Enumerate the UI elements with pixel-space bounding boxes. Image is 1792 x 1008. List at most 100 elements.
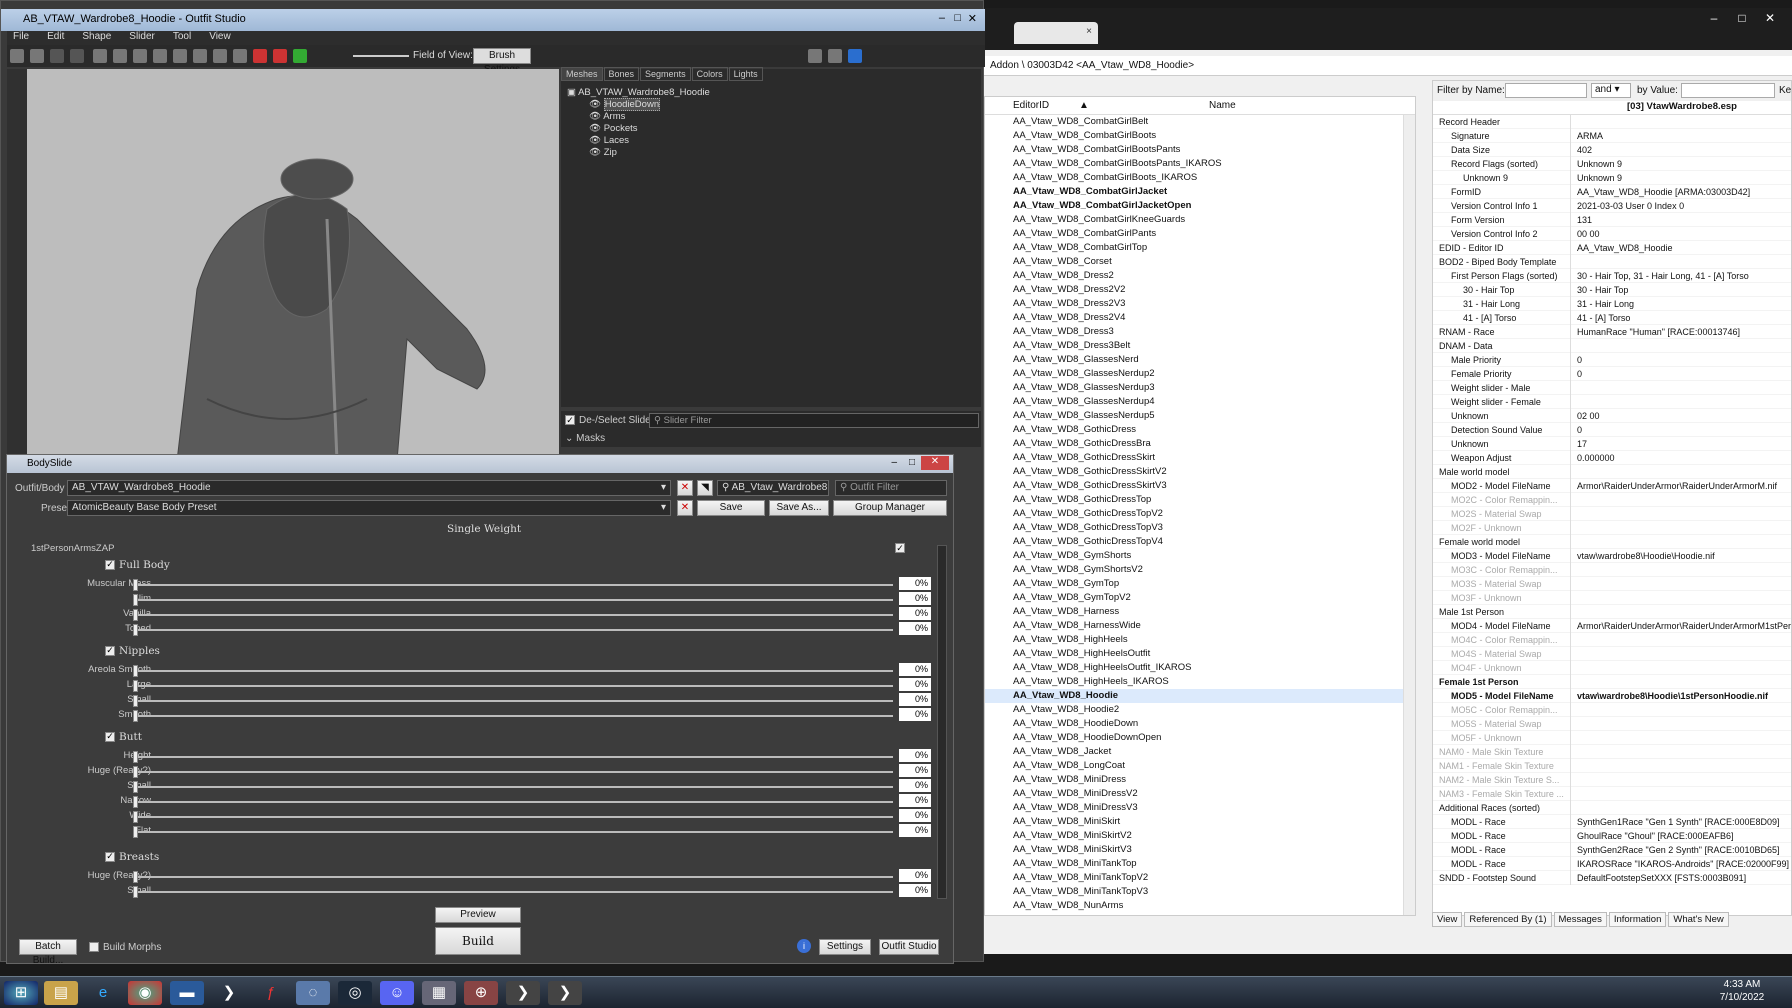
steam-icon[interactable]: ◎ [338,981,372,1005]
tab-information[interactable]: Information [1608,912,1667,927]
detail-row[interactable]: MODL - Race SynthGen2Race "Gen 2 Synth" [… [1433,843,1791,857]
slider-thumb[interactable] [133,826,138,838]
record-row[interactable]: AA_Vtaw_WD8_Hoodie [985,689,1415,703]
mesh-item-pockets[interactable]: 👁 Pockets [567,123,975,135]
detail-row[interactable]: RNAM - Race HumanRace "Human" [RACE:00013… [1433,325,1791,339]
record-row[interactable]: AA_Vtaw_WD8_GlassesNerdup5 [985,409,1415,423]
detail-row[interactable]: MOD3 - Model FileName vtaw\wardrobe8\Hood… [1433,549,1791,563]
eye-icon[interactable]: 👁 [589,147,601,158]
record-row[interactable]: AA_Vtaw_WD8_MiniTankTop [985,857,1415,871]
slider-track[interactable] [135,801,893,803]
github-icon[interactable] [828,49,842,63]
detail-row[interactable]: 30 - Hair Top 30 - Hair Top [1433,283,1791,297]
detail-row[interactable]: Version Control Info 2 00 00 [1433,227,1791,241]
detail-row[interactable]: BOD2 - Biped Body Template [1433,255,1791,269]
slider-track[interactable] [135,670,893,672]
info-icon[interactable]: i [797,939,811,953]
record-row[interactable]: AA_Vtaw_WD8_GothicDressTopV2 [985,507,1415,521]
edge-icon[interactable] [293,49,308,63]
app-icon-4[interactable]: ▦ [422,981,456,1005]
detail-row[interactable]: MO2C - Color Remappin... [1433,493,1791,507]
close-icon[interactable]: ✕ [968,12,977,25]
detail-row[interactable]: Male world model [1433,465,1791,479]
slider-track[interactable] [135,756,893,758]
tab-view[interactable]: View [1432,912,1463,927]
chevron-down-icon[interactable]: ⌄ [565,433,573,444]
detail-row[interactable]: Record Flags (sorted) Unknown 9 [1433,157,1791,171]
detail-row[interactable]: MOD4 - Model FileName Armor\RaiderUnderAr… [1433,619,1791,633]
slider-scrollbar[interactable] [937,545,947,899]
slider-value-field[interactable]: 0% [899,749,931,762]
bodyslide-icon[interactable]: ❯ [548,981,582,1005]
record-row[interactable]: AA_Vtaw_WD8_HighHeelsOutfit_IKAROS [985,661,1415,675]
record-row[interactable]: AA_Vtaw_WD8_Dress2 [985,269,1415,283]
vertex-icon[interactable] [273,49,288,63]
record-row[interactable]: AA_Vtaw_WD8_GothicDressSkirtV3 [985,479,1415,493]
maximize-icon[interactable]: □ [909,457,915,468]
record-row[interactable]: AA_Vtaw_WD8_GothicDressBra [985,437,1415,451]
deselect-sliders-toggle[interactable]: ✓ De-/Select Sliders [565,415,659,426]
detail-row[interactable]: MO4S - Material Swap [1433,647,1791,661]
group-manager-button[interactable]: Group Manager [833,500,947,516]
slider-value-field[interactable]: 0% [899,809,931,822]
detail-row[interactable]: MO5C - Color Remappin... [1433,703,1791,717]
slider-track[interactable] [135,831,893,833]
record-row[interactable]: AA_Vtaw_WD8_GlassesNerd [985,353,1415,367]
slider-track[interactable] [135,599,893,601]
record-row[interactable]: AA_Vtaw_WD8_HoodieDownOpen [985,731,1415,745]
tab-referenced-by[interactable]: Referenced By (1) [1464,912,1552,927]
record-row[interactable]: AA_Vtaw_WD8_MiniDressV2 [985,787,1415,801]
mesh-item-hoodiedown[interactable]: 👁 HoodieDown [567,98,975,111]
record-row[interactable]: AA_Vtaw_WD8_GymShortsV2 [985,563,1415,577]
detail-row[interactable]: Male 1st Person [1433,605,1791,619]
menu-shape[interactable]: Shape [82,31,111,42]
detail-row[interactable]: FormID AA_Vtaw_WD8_Hoodie [ARMA:03003D42] [1433,185,1791,199]
slider-value-field[interactable]: 0% [899,764,931,777]
record-row[interactable]: AA_Vtaw_WD8_GlassesNerdup2 [985,367,1415,381]
slider-thumb[interactable] [133,766,138,778]
detail-row[interactable]: MODL - Race SynthGen1Race "Gen 1 Synth" [… [1433,815,1791,829]
record-row[interactable]: AA_Vtaw_WD8_HoodieDown [985,717,1415,731]
tab-whats-new[interactable]: What's New [1668,912,1729,927]
slider-track[interactable] [135,786,893,788]
category-nipples[interactable]: ✓ Nipples [105,645,160,657]
slider-value-field[interactable]: 0% [899,693,931,706]
minimize-icon[interactable]: – [891,457,897,468]
record-row[interactable]: AA_Vtaw_WD8_GlassesNerdup3 [985,381,1415,395]
discord-icon[interactable] [808,49,822,63]
preset-select[interactable]: AtomicBeauty Base Body Preset ▾ [67,500,671,516]
close-icon[interactable]: ✕ [1756,8,1784,28]
record-row[interactable]: AA_Vtaw_WD8_GothicDressSkirt [985,451,1415,465]
record-row[interactable]: AA_Vtaw_WD8_Corset [985,255,1415,269]
detail-row[interactable]: Detection Sound Value 0 [1433,423,1791,437]
record-row[interactable]: AA_Vtaw_WD8_GothicDressTopV3 [985,521,1415,535]
maximize-icon[interactable]: □ [954,12,961,24]
detail-row[interactable]: MOD5 - Model FileName vtaw\wardrobe8\Hood… [1433,689,1791,703]
slider-thumb[interactable] [133,871,138,883]
settings-button[interactable]: Settings [819,939,871,955]
record-row[interactable]: AA_Vtaw_WD8_Dress3 [985,325,1415,339]
checkbox[interactable]: ✓ [565,415,575,426]
tab-segments[interactable]: Segments [640,67,691,81]
save-as-button[interactable]: Save As... [769,500,829,516]
slider-track[interactable] [135,876,893,878]
tab-meshes[interactable]: Meshes [561,67,603,81]
record-row[interactable]: AA_Vtaw_WD8_GymTopV2 [985,591,1415,605]
detail-row[interactable]: Male Priority 0 [1433,353,1791,367]
tab-colors[interactable]: Colors [691,67,728,81]
detail-row[interactable]: Weapon Adjust 0.000000 [1433,451,1791,465]
checkbox[interactable]: ✓ [105,852,115,862]
record-row[interactable]: AA_Vtaw_WD8_MiniSkirtV3 [985,843,1415,857]
detail-row[interactable]: MO4C - Color Remappin... [1433,633,1791,647]
checkbox[interactable]: ✓ [105,560,115,570]
build-button[interactable]: Build [435,927,521,955]
slider-thumb[interactable] [133,796,138,808]
detail-row[interactable]: NAM1 - Female Skin Texture [1433,759,1791,773]
record-row[interactable]: AA_Vtaw_WD8_Dress2V4 [985,311,1415,325]
record-row[interactable]: AA_Vtaw_WD8_HarnessWide [985,619,1415,633]
undo-icon[interactable] [50,49,64,63]
slider-thumb[interactable] [133,811,138,823]
delete-outfit-button[interactable]: ✕ [677,480,693,496]
slider-thumb[interactable] [133,680,138,692]
slider-value-field[interactable]: 0% [899,884,931,897]
